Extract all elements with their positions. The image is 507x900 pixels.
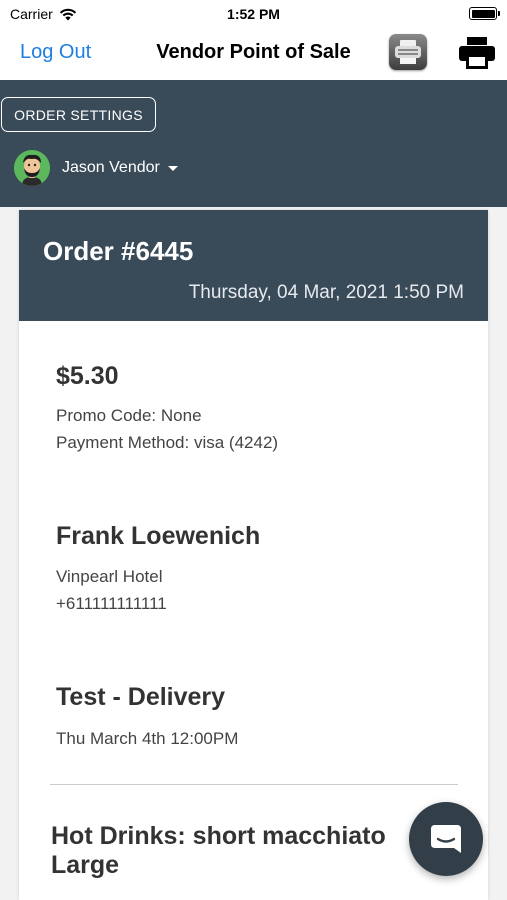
order-settings-button[interactable]: ORDER SETTINGS — [1, 97, 156, 132]
divider — [50, 784, 458, 785]
vendor-header: ORDER SETTINGS Jason Vendor — [0, 80, 507, 207]
printer-app-icon[interactable] — [389, 34, 427, 70]
status-bar: Carrier 1:52 PM — [0, 0, 507, 28]
order-item-name: Hot Drinks: short macchiato — [51, 822, 386, 850]
battery-icon — [469, 7, 500, 20]
avatar — [14, 150, 50, 186]
customer-phone: +611111111111 — [56, 594, 167, 613]
chat-icon — [431, 825, 461, 853]
order-header: Order #6445 Thursday, 04 Mar, 2021 1:50 … — [19, 210, 488, 321]
vendor-dropdown[interactable]: Jason Vendor — [14, 150, 178, 186]
customer-address: Vinpearl Hotel — [56, 567, 163, 586]
logout-button[interactable]: Log Out — [20, 41, 91, 64]
delivery-method: Test - Delivery — [56, 683, 226, 711]
print-icon[interactable] — [458, 36, 496, 70]
vendor-name: Jason Vendor — [62, 159, 160, 176]
navigation-bar: Log Out Vendor Point of Sale — [0, 28, 507, 80]
order-date: Thursday, 04 Mar, 2021 1:50 PM — [188, 282, 464, 303]
payment-method: Payment Method: visa (4242) — [56, 433, 279, 452]
order-item-size: Large — [51, 851, 120, 879]
order-card: Order #6445 Thursday, 04 Mar, 2021 1:50 … — [19, 210, 488, 900]
chat-button[interactable] — [409, 802, 483, 876]
delivery-time: Thu March 4th 12:00PM — [56, 729, 239, 748]
promo-code: Promo Code: None — [56, 406, 202, 425]
order-number: Order #6445 — [43, 236, 194, 266]
order-amount: $5.30 — [56, 362, 119, 390]
status-time: 1:52 PM — [227, 6, 280, 22]
caret-down-icon — [167, 165, 178, 171]
customer-name: Frank Loewenich — [56, 522, 261, 550]
